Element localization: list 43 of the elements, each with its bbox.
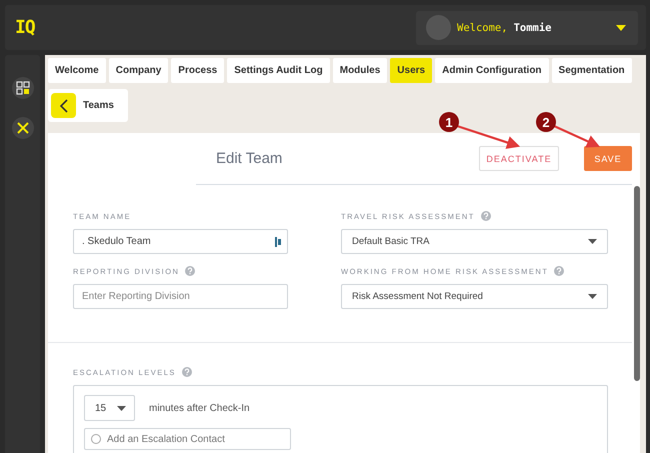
callout-arrow <box>456 124 520 149</box>
select-field[interactable]: Default Basic TRA <box>341 229 608 254</box>
deactivate-button[interactable]: DEACTIVATE <box>479 146 559 171</box>
help-icon[interactable] <box>480 211 491 221</box>
callout-number: 2 <box>542 115 550 130</box>
nav-tab[interactable]: Segmentation <box>552 58 632 83</box>
callout-arrow <box>554 125 600 148</box>
panel-title: Edit Team <box>216 150 282 167</box>
help-icon[interactable] <box>554 266 564 276</box>
text-field[interactable]: . Skedulo Team <box>73 229 288 254</box>
chevron-left-icon <box>60 98 68 112</box>
dashboard-icon[interactable] <box>12 77 34 99</box>
caret-icon <box>588 294 597 299</box>
nav-tab[interactable]: Users <box>390 58 432 83</box>
logo: IQ <box>15 17 35 38</box>
nav-tab[interactable]: Settings Audit Log <box>227 58 330 83</box>
scrollbar[interactable] <box>634 186 640 381</box>
radio-icon <box>91 434 101 444</box>
user-menu[interactable]: Welcome, Tommie <box>416 10 638 44</box>
nav-tab[interactable]: Welcome <box>48 58 106 83</box>
minutes-label: minutes after Check-In <box>149 402 250 414</box>
help-icon[interactable] <box>182 367 192 377</box>
callout-marker <box>439 112 459 132</box>
nav-tab[interactable]: Company <box>108 58 168 83</box>
minutes-select[interactable]: 15 <box>84 395 135 421</box>
user-name: Tommie <box>514 22 553 34</box>
caret-icon <box>117 406 126 410</box>
select-field[interactable]: Risk Assessment Not Required <box>341 284 608 309</box>
callout-marker <box>536 112 556 132</box>
autofill-icon <box>275 237 281 247</box>
nav-tab[interactable]: Admin Configuration <box>435 58 549 83</box>
caret-icon <box>616 24 626 30</box>
text-field[interactable]: Enter Reporting Division <box>73 284 288 309</box>
avatar-icon <box>426 15 451 40</box>
callout-number: 1 <box>445 115 453 130</box>
caret-icon <box>588 239 597 244</box>
welcome-text: Welcome, <box>457 22 508 34</box>
nav-tab[interactable]: Modules <box>332 58 388 83</box>
nav-tab[interactable]: Process <box>171 58 224 83</box>
back-button[interactable] <box>51 93 76 118</box>
help-icon[interactable] <box>185 266 196 276</box>
contact-field[interactable]: Add an Escalation Contact <box>84 428 291 450</box>
page-title: Teams <box>83 100 114 111</box>
